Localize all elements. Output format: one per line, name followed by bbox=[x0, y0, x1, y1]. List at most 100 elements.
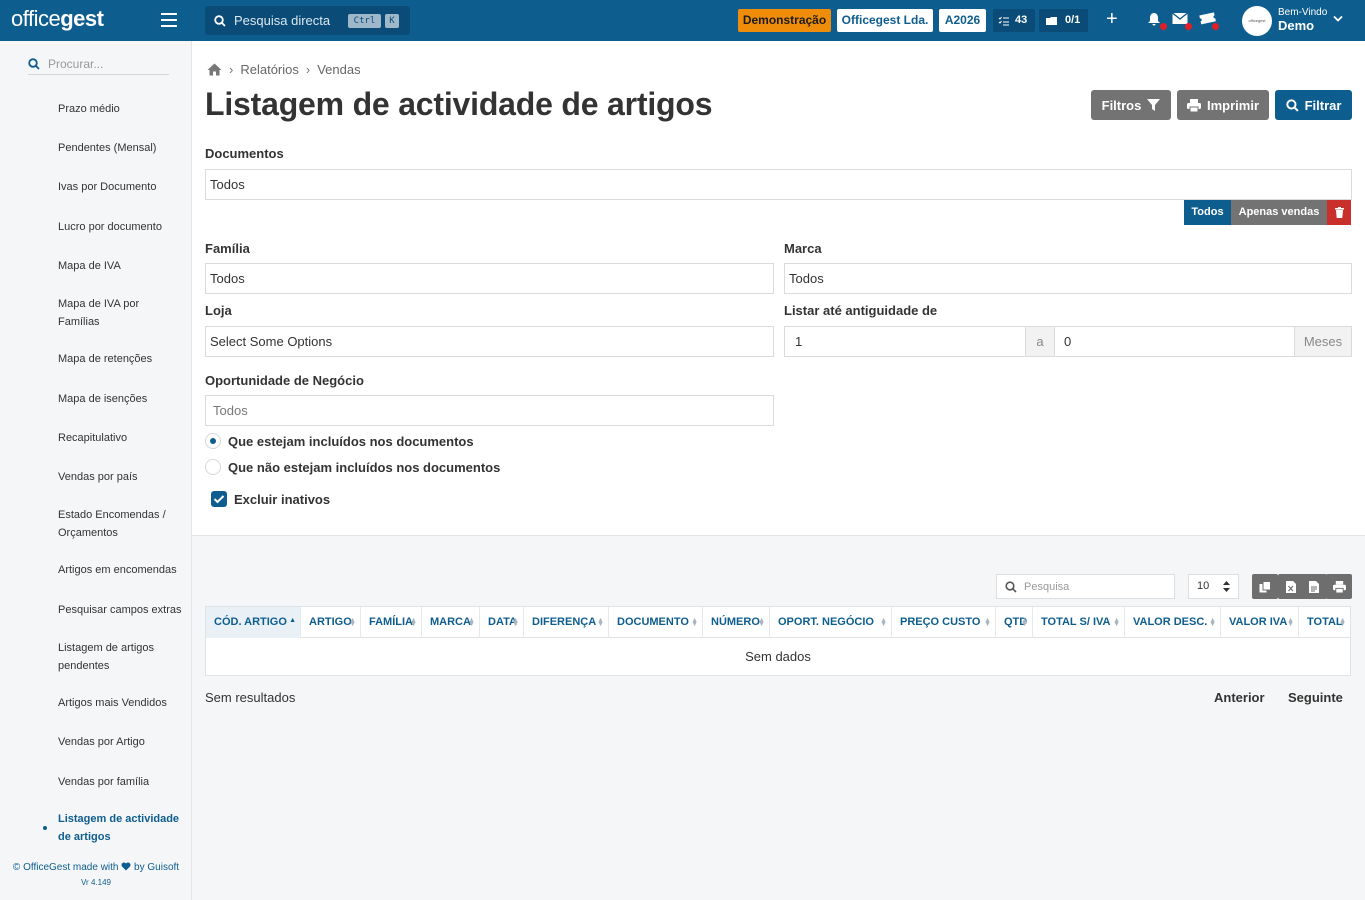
filter-icon bbox=[1147, 99, 1161, 111]
checkmark-icon bbox=[213, 495, 225, 504]
kbd-ctrl: Ctrl bbox=[348, 14, 381, 28]
sidebar-item-mapa-retencoes[interactable]: Mapa de retenções bbox=[58, 350, 190, 368]
excluir-inativos-label[interactable]: Excluir inativos bbox=[234, 492, 330, 507]
csv-export-button[interactable] bbox=[1301, 574, 1327, 599]
sidebar-item-ivas-por-documento[interactable]: Ivas por Documento bbox=[58, 178, 190, 196]
familia-label: Família bbox=[205, 241, 250, 256]
active-indicator bbox=[43, 826, 47, 830]
sidebar-item-listagem-artigos-pendentes[interactable]: Listagem de artigos pendentes bbox=[58, 639, 168, 675]
kbd-k: K bbox=[385, 14, 399, 28]
copy-button[interactable] bbox=[1252, 574, 1278, 599]
sidebar-item-recapitulativo[interactable]: Recapitulativo bbox=[58, 429, 190, 447]
sidebar-item-vendas-por-familia[interactable]: Vendas por família bbox=[58, 773, 190, 791]
loja-label: Loja bbox=[205, 303, 232, 318]
table-search-input[interactable]: Pesquisa bbox=[996, 574, 1175, 599]
documentos-todos-button[interactable]: Todos bbox=[1184, 200, 1231, 225]
antiguidade-unit: Meses bbox=[1294, 326, 1352, 357]
table-info: Sem resultados bbox=[205, 690, 296, 705]
marca-label: Marca bbox=[784, 241, 822, 256]
column-header-valor-desc[interactable]: VALOR DESC. ▲ ▼ bbox=[1125, 607, 1221, 638]
excluir-inativos-checkbox[interactable] bbox=[211, 491, 227, 507]
menu-toggle-icon[interactable] bbox=[161, 13, 177, 27]
radio-excluded[interactable] bbox=[205, 459, 221, 475]
sidebar-item-vendas-por-artigo[interactable]: Vendas por Artigo bbox=[58, 733, 190, 751]
year-selector[interactable]: A2026 bbox=[939, 9, 986, 32]
column-header-familia[interactable]: FAMÍLIA ▲ ▼ bbox=[361, 607, 422, 638]
imprimir-button[interactable]: Imprimir bbox=[1177, 90, 1269, 120]
loja-select[interactable]: Select Some Options bbox=[205, 326, 774, 357]
clear-documentos-button[interactable] bbox=[1327, 200, 1351, 225]
filtros-button[interactable]: Filtros bbox=[1091, 90, 1171, 120]
column-header-documento[interactable]: DOCUMENTO ▲ ▼ bbox=[609, 607, 703, 638]
column-header-valor-iva[interactable]: VALOR IVA ▲ ▼ bbox=[1221, 607, 1299, 638]
search-icon bbox=[1005, 580, 1017, 593]
antiguidade-label: Listar até antiguidade de bbox=[784, 303, 938, 318]
top-bar: officegest Pesquisa directa Ctrl K Demon… bbox=[0, 0, 1365, 41]
sidebar-item-listagem-actividade-artigos[interactable]: Listagem de actividade de artigos bbox=[58, 810, 190, 846]
sidebar-item-prazo-medio[interactable]: Prazo médio bbox=[58, 100, 190, 118]
antiguidade-to-input[interactable]: 0 bbox=[1054, 326, 1295, 357]
tickets-icon[interactable] bbox=[1199, 12, 1219, 30]
sidebar-item-pendentes-mensal[interactable]: Pendentes (Mensal) bbox=[58, 139, 190, 157]
table-header: CÓD. ARTIGO ▲ ARTIGO ▲ ▼ FAMÍLIA ▲ ▼ MARCA ▲ ▼ … bbox=[206, 607, 1350, 638]
messages-envelope-icon[interactable] bbox=[1172, 12, 1192, 30]
antiguidade-from-input[interactable]: 1 bbox=[784, 326, 1026, 357]
tasks-counter[interactable]: 43 bbox=[993, 9, 1035, 32]
documents-counter[interactable]: 0/1 bbox=[1039, 9, 1088, 32]
pagination-previous[interactable]: Anterior bbox=[1214, 690, 1265, 705]
breadcrumb-vendas[interactable]: Vendas bbox=[317, 62, 360, 77]
chevron-down-icon[interactable] bbox=[1333, 15, 1343, 23]
demo-badge[interactable]: Demonstração bbox=[738, 9, 831, 32]
sidebar-item-mapa-iva[interactable]: Mapa de IVA bbox=[58, 257, 190, 275]
sidebar-item-artigos-em-encomendas[interactable]: Artigos em encomendas bbox=[58, 561, 190, 579]
file-icon bbox=[1309, 580, 1319, 593]
column-header-data[interactable]: DATA ▲ ▼ bbox=[480, 607, 524, 638]
documentos-select[interactable]: Todos bbox=[205, 169, 1352, 200]
familia-select[interactable]: Todos bbox=[205, 263, 774, 294]
sidebar: Procurar... Prazo médio Pendentes (Mensa… bbox=[0, 41, 192, 900]
column-header-diferenca[interactable]: DIFERENÇA ▲ ▼ bbox=[524, 607, 609, 638]
sidebar-item-vendas-por-pais[interactable]: Vendas por país bbox=[58, 468, 190, 486]
user-avatar[interactable]: officegest bbox=[1242, 6, 1272, 36]
pagination-next[interactable]: Seguinte bbox=[1288, 690, 1343, 705]
sidebar-item-mapa-isencoes[interactable]: Mapa de isenções bbox=[58, 390, 190, 408]
column-header-qtd[interactable]: QTD ▲ ▼ bbox=[996, 607, 1033, 638]
column-header-oport-negocio[interactable]: OPORT. NEGÓCIO ▲ ▼ bbox=[770, 607, 892, 638]
radio-included-label[interactable]: Que estejam incluídos nos documentos bbox=[228, 434, 474, 449]
radio-included[interactable] bbox=[205, 433, 221, 449]
column-header-total-s-iva[interactable]: TOTAL S/ IVA ▲ ▼ bbox=[1033, 607, 1125, 638]
user-welcome[interactable]: Bem-Vindo Demo bbox=[1278, 7, 1327, 33]
filtrar-button[interactable]: Filtrar bbox=[1275, 90, 1352, 120]
marca-select[interactable]: Todos bbox=[784, 263, 1352, 294]
sidebar-item-artigos-mais-vendidos[interactable]: Artigos mais Vendidos bbox=[58, 694, 190, 712]
breadcrumb-relatorios[interactable]: Relatórios bbox=[240, 62, 299, 77]
company-selector[interactable]: Officegest Lda. bbox=[837, 9, 933, 32]
radio-excluded-label[interactable]: Que não estejam incluídos nos documentos bbox=[228, 460, 500, 475]
column-header-artigo[interactable]: ARTIGO ▲ ▼ bbox=[301, 607, 361, 638]
column-header-cod-artigo[interactable]: CÓD. ARTIGO ▲ bbox=[206, 607, 301, 638]
search-icon bbox=[1285, 98, 1299, 112]
sidebar-item-lucro-por-documento[interactable]: Lucro por documento bbox=[58, 218, 190, 236]
tasks-icon bbox=[998, 16, 1009, 25]
oportunidade-select[interactable]: Todos bbox=[205, 395, 774, 426]
copy-icon bbox=[1259, 580, 1271, 592]
page-title: Listagem de actividade de artigos bbox=[205, 86, 713, 122]
sidebar-item-pesquisar-campos-extras[interactable]: Pesquisar campos extras bbox=[58, 601, 190, 619]
home-icon[interactable] bbox=[207, 63, 222, 76]
add-icon[interactable]: + bbox=[1106, 9, 1118, 29]
column-header-total[interactable]: TOTAL ▲ ▼ bbox=[1299, 607, 1350, 638]
top-search-input[interactable]: Pesquisa directa Ctrl K bbox=[205, 6, 410, 35]
page-length-select[interactable]: 10 bbox=[1188, 574, 1239, 599]
sidebar-search-input[interactable]: Procurar... bbox=[28, 53, 169, 75]
notifications-bell-icon[interactable] bbox=[1147, 12, 1167, 30]
heart-icon bbox=[121, 862, 131, 871]
table-print-button[interactable] bbox=[1326, 574, 1352, 599]
officegest-logo[interactable]: officegest bbox=[11, 6, 104, 32]
column-header-numero[interactable]: NÚMERO ▲ ▼ bbox=[703, 607, 770, 638]
sidebar-item-estado-encomendas[interactable]: Estado Encomendas / Orçamentos bbox=[58, 506, 183, 542]
column-header-preco-custo[interactable]: PREÇO CUSTO ▲ ▼ bbox=[892, 607, 996, 638]
column-header-marca[interactable]: MARCA ▲ ▼ bbox=[422, 607, 480, 638]
documentos-apenas-vendas-button[interactable]: Apenas vendas bbox=[1231, 200, 1327, 225]
sidebar-item-mapa-iva-familias[interactable]: Mapa de IVA por Famílias bbox=[58, 295, 158, 331]
print-icon bbox=[1332, 580, 1346, 593]
